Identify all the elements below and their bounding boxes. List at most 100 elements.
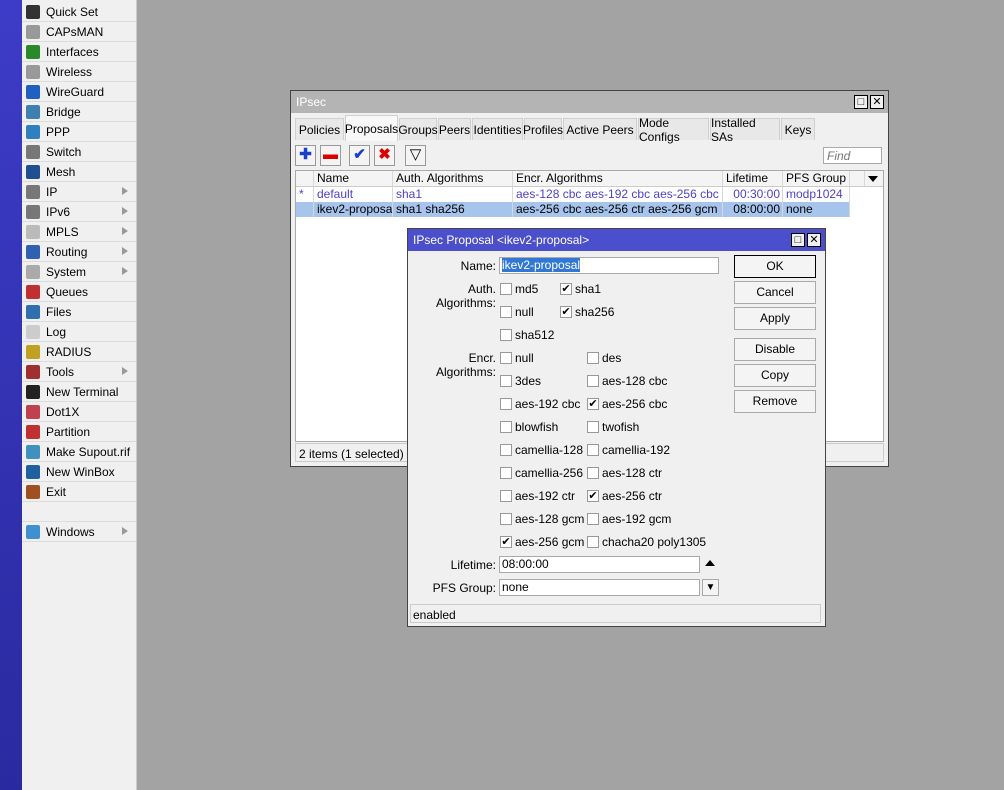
cell-encr: aes-128 cbc aes-192 cbc aes-256 cbc <box>513 187 723 202</box>
checkbox-chacha20-poly1305[interactable] <box>587 536 599 548</box>
checkbox-sha1[interactable]: ✔ <box>560 283 572 295</box>
table-row[interactable]: ikev2-proposal sha1 sha256 aes-256 cbc aes… <box>296 202 850 217</box>
column-header-lifetime[interactable]: Lifetime <box>723 171 783 186</box>
collapse-up-icon[interactable] <box>705 560 715 566</box>
checkbox-label: sha512 <box>515 328 555 342</box>
status-text: 2 items (1 selected) <box>299 447 404 461</box>
sidebar-item-ppp[interactable]: PPP <box>22 122 136 142</box>
cancel-button[interactable]: Cancel <box>734 281 816 304</box>
checkbox-twofish[interactable] <box>587 421 599 433</box>
sidebar-item-mpls[interactable]: MPLS <box>22 222 136 242</box>
maximize-button[interactable]: □ <box>791 233 805 247</box>
cell-lifetime: 00:30:00 <box>723 187 783 202</box>
sidebar-item-ip[interactable]: IP <box>22 182 136 202</box>
name-input[interactable]: ikev2-proposal <box>499 257 719 274</box>
sidebar-item-make-supout-rif[interactable]: Make Supout.rif <box>22 442 136 462</box>
sidebar-item-label: New WinBox <box>46 464 115 479</box>
checkbox-aes-256-cbc[interactable]: ✔ <box>587 398 599 410</box>
sidebar-item-ipv6[interactable]: IPv6 <box>22 202 136 222</box>
sidebar-item-queues[interactable]: Queues <box>22 282 136 302</box>
tab-active-peers[interactable]: Active Peers <box>563 118 637 140</box>
sidebar-item-routing[interactable]: Routing <box>22 242 136 262</box>
column-header-encr-algorithms[interactable]: Encr. Algorithms <box>513 171 723 186</box>
tab-installed-sas[interactable]: Installed SAs <box>710 116 780 144</box>
checkbox-des[interactable] <box>587 352 599 364</box>
checkbox-aes-256-ctr[interactable]: ✔ <box>587 490 599 502</box>
sidebar-item-exit[interactable]: Exit <box>22 482 136 502</box>
routing-icon <box>26 244 40 259</box>
sidebar-item-wireguard[interactable]: WireGuard <box>22 82 136 102</box>
ok-button[interactable]: OK <box>734 255 816 278</box>
tab-identities[interactable]: Identities <box>472 118 523 140</box>
remove-button[interactable]: ▬ <box>320 145 341 166</box>
find-input[interactable] <box>823 147 882 164</box>
sidebar-item-wireless[interactable]: Wireless <box>22 62 136 82</box>
close-button[interactable]: ✕ <box>870 95 884 109</box>
checkbox-null[interactable] <box>500 306 512 318</box>
sidebar-item-partition[interactable]: Partition <box>22 422 136 442</box>
maximize-button[interactable]: □ <box>854 95 868 109</box>
ipsec-titlebar[interactable]: IPsec <box>291 91 888 113</box>
checkbox-blowfish[interactable] <box>500 421 512 433</box>
checkbox-label: aes-256 ctr <box>602 489 663 503</box>
disable-button[interactable]: Disable <box>734 338 816 361</box>
checkbox-aes-128-ctr[interactable] <box>587 467 599 479</box>
sidebar-item-interfaces[interactable]: Interfaces <box>22 42 136 62</box>
tab-keys[interactable]: Keys <box>781 118 815 140</box>
filter-button[interactable]: ▽ <box>405 145 426 166</box>
checkbox-aes-192-gcm[interactable] <box>587 513 599 525</box>
sidebar-item-label: New Terminal <box>46 384 119 399</box>
checkbox-null[interactable] <box>500 352 512 364</box>
disable-button[interactable]: ✖ <box>374 145 395 166</box>
lifetime-input[interactable]: 08:00:00 <box>499 556 700 573</box>
checkbox-label: aes-256 cbc <box>602 397 668 411</box>
sidebar-item-radius[interactable]: RADIUS <box>22 342 136 362</box>
sidebar-item-new-winbox[interactable]: New WinBox <box>22 462 136 482</box>
sidebar-item-switch[interactable]: Switch <box>22 142 136 162</box>
checkbox-aes-128-gcm[interactable] <box>500 513 512 525</box>
dialog-titlebar[interactable]: IPsec Proposal <ikev2-proposal> <box>408 229 825 251</box>
sidebar-item-capsman[interactable]: CAPsMAN <box>22 22 136 42</box>
checkbox-aes-192-cbc[interactable] <box>500 398 512 410</box>
remove-button[interactable]: Remove <box>734 390 816 413</box>
column-header-pfs-group[interactable]: PFS Group <box>783 171 850 186</box>
sidebar-item-mesh[interactable]: Mesh <box>22 162 136 182</box>
sidebar-item-windows[interactable]: Windows <box>22 522 136 542</box>
column-header-name[interactable]: Name <box>314 171 393 186</box>
copy-button[interactable]: Copy <box>734 364 816 387</box>
checkbox-md5[interactable] <box>500 283 512 295</box>
tab-profiles[interactable]: Profiles <box>523 118 563 140</box>
tab-mode-configs[interactable]: Mode Configs <box>638 116 709 144</box>
sidebar-item-bridge[interactable]: Bridge <box>22 102 136 122</box>
checkbox-aes-128-cbc[interactable] <box>587 375 599 387</box>
sidebar-item-label: Tools <box>46 364 75 379</box>
column-menu-icon[interactable] <box>868 176 878 182</box>
close-button[interactable]: ✕ <box>807 233 821 247</box>
checkbox-sha256[interactable]: ✔ <box>560 306 572 318</box>
checkbox-aes-256-gcm[interactable]: ✔ <box>500 536 512 548</box>
sidebar-item-system[interactable]: System <box>22 262 136 282</box>
table-row[interactable]: * default sha1 aes-128 cbc aes-192 cbc aes-… <box>296 187 850 202</box>
checkbox-aes-192-ctr[interactable] <box>500 490 512 502</box>
tab-peers[interactable]: Peers <box>438 118 471 140</box>
sidebar-item-files[interactable]: Files <box>22 302 136 322</box>
checkbox-camellia-128[interactable] <box>500 444 512 456</box>
enable-button[interactable]: ✔ <box>349 145 370 166</box>
dropdown-arrow-icon[interactable]: ▼ <box>702 579 719 596</box>
sidebar-item-new-terminal[interactable]: New Terminal <box>22 382 136 402</box>
checkbox-3des[interactable] <box>500 375 512 387</box>
column-header-auth-algorithms[interactable]: Auth. Algorithms <box>393 171 513 186</box>
checkbox-sha512[interactable] <box>500 329 512 341</box>
checkbox-camellia-256[interactable] <box>500 467 512 479</box>
apply-button[interactable]: Apply <box>734 307 816 330</box>
sidebar-item-tools[interactable]: Tools <box>22 362 136 382</box>
tab-groups[interactable]: Groups <box>398 118 438 140</box>
add-button[interactable]: ✚ <box>295 145 316 166</box>
checkbox-camellia-192[interactable] <box>587 444 599 456</box>
pfs-group-select[interactable]: none <box>499 579 700 596</box>
tab-proposals[interactable]: Proposals <box>345 115 398 141</box>
sidebar-item-log[interactable]: Log <box>22 322 136 342</box>
sidebar-item-dot1x[interactable]: Dot1X <box>22 402 136 422</box>
sidebar-item-quick-set[interactable]: Quick Set <box>22 2 136 22</box>
tab-policies[interactable]: Policies <box>295 118 344 140</box>
